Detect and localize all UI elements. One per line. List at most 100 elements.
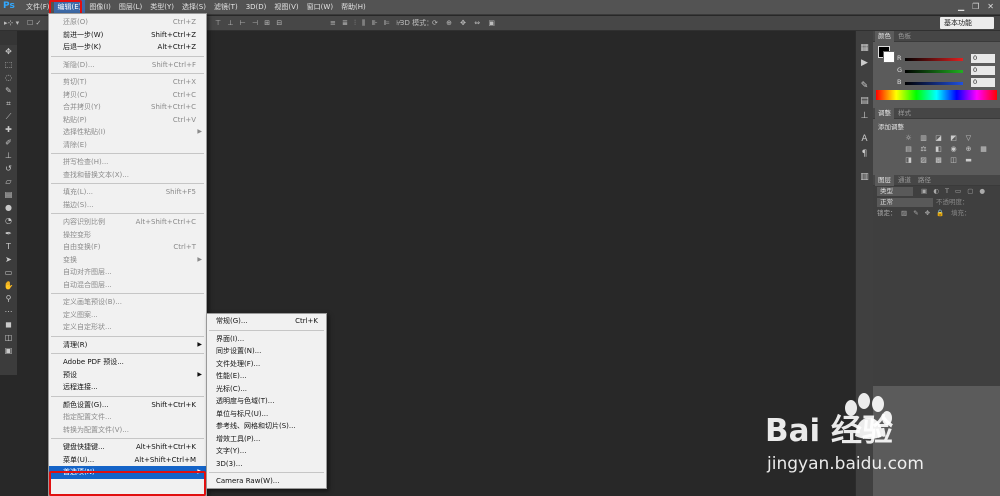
marquee-tool-icon[interactable]: ⬚ xyxy=(0,58,17,71)
pref-menu-item-14[interactable]: Camera Raw(W)... xyxy=(207,475,326,488)
brush-panel-icon[interactable]: ✎ xyxy=(856,79,873,94)
edit-menu-item-34[interactable]: 远程连接... xyxy=(49,381,206,394)
pref-menu-item-12[interactable]: 3D(3)... xyxy=(207,458,326,471)
edit-menu-item-28[interactable]: 定义自定形状... xyxy=(49,321,206,334)
blend-mode-select[interactable]: 正常 xyxy=(877,198,933,207)
blur-tool-icon[interactable]: ● xyxy=(0,201,17,214)
color-swatches-icon[interactable]: ◼ xyxy=(0,318,17,331)
quick-select-tool-icon[interactable]: ✎ xyxy=(0,84,17,97)
pref-menu-item-7[interactable]: 透明度与色域(T)... xyxy=(207,395,326,408)
crop-tool-icon[interactable]: ⌗ xyxy=(0,97,17,110)
tab-channels[interactable]: 通道 xyxy=(895,175,914,186)
history-panel-icon[interactable]: ▦ xyxy=(856,41,873,56)
type-tool-icon[interactable]: T xyxy=(0,240,17,253)
edit-menu-item-26[interactable]: 定义画笔预设(B)... xyxy=(49,296,206,309)
gradient-tool-icon[interactable]: ▤ xyxy=(0,188,17,201)
brush-tool-icon[interactable]: ✐ xyxy=(0,136,17,149)
shape-tool-icon[interactable]: ▭ xyxy=(0,266,17,279)
edit-menu-item-6[interactable]: 剪切(T) Ctrl+X xyxy=(49,76,206,89)
edit-menu-item-20[interactable]: 操控变形 xyxy=(49,229,206,242)
pref-menu-item-2[interactable]: 界面(I)... xyxy=(207,333,326,346)
menu-item-7[interactable]: 3D(D) xyxy=(242,0,271,15)
levels-icon[interactable]: ▥ xyxy=(918,134,929,142)
channel-slider[interactable] xyxy=(905,70,963,73)
history-brush-tool-icon[interactable]: ↺ xyxy=(0,162,17,175)
vibrance-icon[interactable]: ▽ xyxy=(963,134,974,142)
zoom-tool-icon[interactable]: ⚲ xyxy=(0,292,17,305)
align-buttons[interactable]: ⊤ ⊥ ⊢ ⊣ ⊞ ⊟ xyxy=(215,17,284,29)
lasso-tool-icon[interactable]: ◌ xyxy=(0,71,17,84)
quick-mask-icon[interactable]: ◫ xyxy=(0,331,17,344)
photo-filter-icon[interactable]: ◉ xyxy=(948,145,959,153)
edit-menu-item-30[interactable]: 清理(R) ▶ xyxy=(49,339,206,352)
hue-icon[interactable]: ▤ xyxy=(903,145,914,153)
edit-menu-item-9[interactable]: 粘贴(P) Ctrl+V xyxy=(49,114,206,127)
edit-menu-item-22[interactable]: 变换 ▶ xyxy=(49,254,206,267)
bw-icon[interactable]: ◧ xyxy=(933,145,944,153)
edit-menu-item-14[interactable]: 查找和替换文本(X)... xyxy=(49,169,206,182)
properties-panel-icon[interactable]: ▥ xyxy=(856,170,873,185)
minimize-icon[interactable]: ▁ xyxy=(958,2,964,11)
menu-item-9[interactable]: 窗口(W) xyxy=(303,0,337,15)
eyedropper-tool-icon[interactable]: ⟋ xyxy=(0,110,17,123)
more-tools-icon[interactable]: ⋯ xyxy=(0,305,17,318)
path-select-tool-icon[interactable]: ➤ xyxy=(0,253,17,266)
exposure-icon[interactable]: ◩ xyxy=(948,134,959,142)
menu-item-10[interactable]: 帮助(H) xyxy=(337,0,370,15)
pref-menu-item-4[interactable]: 文件处理(F)... xyxy=(207,358,326,371)
channel-value-input[interactable]: 0 xyxy=(971,78,995,87)
pref-menu-item-3[interactable]: 同步设置(N)... xyxy=(207,345,326,358)
pref-menu-item-8[interactable]: 单位与标尺(U)... xyxy=(207,408,326,421)
tab-swatches[interactable]: 色板 xyxy=(895,31,914,42)
posterize-icon[interactable]: ▨ xyxy=(918,156,929,164)
actions-panel-icon[interactable]: ▶ xyxy=(856,56,873,71)
hand-tool-icon[interactable]: ✋ xyxy=(0,279,17,292)
move-tool-icon[interactable]: ✥ xyxy=(0,45,17,58)
edit-menu-item-17[interactable]: 描边(S)... xyxy=(49,199,206,212)
menu-item-8[interactable]: 视图(V) xyxy=(270,0,302,15)
pref-menu-item-9[interactable]: 参考线、网格和切片(S)... xyxy=(207,420,326,433)
channel-slider[interactable] xyxy=(905,58,963,61)
pen-tool-icon[interactable]: ✒ xyxy=(0,227,17,240)
edit-menu-item-27[interactable]: 定义图案... xyxy=(49,309,206,322)
edit-menu-item-32[interactable]: Adobe PDF 预设... xyxy=(49,356,206,369)
character-panel-icon[interactable]: A xyxy=(856,132,873,147)
3d-mode-buttons[interactable]: ⟳ ⊕ ✥ ⇔ ▣ xyxy=(432,17,498,29)
channel-slider[interactable] xyxy=(905,82,963,85)
layer-filter-icons[interactable]: ▣ ◐ T ▭ ▢ ● xyxy=(921,186,987,197)
tab-adjustments[interactable]: 调整 xyxy=(875,108,894,119)
brush-presets-icon[interactable]: ▤ xyxy=(856,94,873,109)
invert-icon[interactable]: ◨ xyxy=(903,156,914,164)
distribute-buttons[interactable]: ≡ ≣ ⫶ ⫼ ⊪ ⊫ ⊬ xyxy=(330,17,404,29)
pref-menu-item-6[interactable]: 光标(C)... xyxy=(207,383,326,396)
clone-source-icon[interactable]: ⊥ xyxy=(856,109,873,124)
auto-select-checkbox[interactable]: ☐ ✓ xyxy=(27,17,41,29)
channel-mixer-icon[interactable]: ⊕ xyxy=(963,145,974,153)
brightness-icon[interactable]: ☼ xyxy=(903,134,914,142)
edit-menu-item-37[interactable]: 指定配置文件... xyxy=(49,411,206,424)
edit-menu-item-38[interactable]: 转换为配置文件(V)... xyxy=(49,424,206,437)
threshold-icon[interactable]: ▩ xyxy=(933,156,944,164)
pref-menu-item-0[interactable]: 常规(G)... Ctrl+K xyxy=(207,315,326,328)
pref-menu-item-11[interactable]: 文字(Y)... xyxy=(207,445,326,458)
tab-paths[interactable]: 路径 xyxy=(915,175,934,186)
edit-menu-item-0[interactable]: 还原(O) Ctrl+Z xyxy=(49,16,206,29)
layer-kind-select[interactable]: 类型 xyxy=(877,187,913,196)
workspace-dropdown[interactable]: 基本功能 xyxy=(940,17,994,29)
edit-menu-item-23[interactable]: 自动对齐图层... xyxy=(49,266,206,279)
edit-menu-item-24[interactable]: 自动混合图层... xyxy=(49,279,206,292)
close-icon[interactable]: ✕ xyxy=(987,2,994,11)
gradient-map-icon[interactable]: ▬ xyxy=(963,156,974,164)
color-spectrum[interactable] xyxy=(876,90,997,100)
eraser-tool-icon[interactable]: ▱ xyxy=(0,175,17,188)
pref-menu-item-10[interactable]: 增效工具(P)... xyxy=(207,433,326,446)
channel-value-input[interactable]: 0 xyxy=(971,66,995,75)
lock-icons[interactable]: ▨ ✎ ✥ 🔒 xyxy=(901,208,946,219)
edit-menu-item-2[interactable]: 后退一步(K) Alt+Ctrl+Z xyxy=(49,41,206,54)
channel-value-input[interactable]: 0 xyxy=(971,54,995,63)
selective-color-icon[interactable]: ◫ xyxy=(948,156,959,164)
pref-menu-item-5[interactable]: 性能(E)... xyxy=(207,370,326,383)
edit-menu-item-16[interactable]: 填充(L)... Shift+F5 xyxy=(49,186,206,199)
curves-icon[interactable]: ◪ xyxy=(933,134,944,142)
edit-menu-item-21[interactable]: 自由变换(F) Ctrl+T xyxy=(49,241,206,254)
